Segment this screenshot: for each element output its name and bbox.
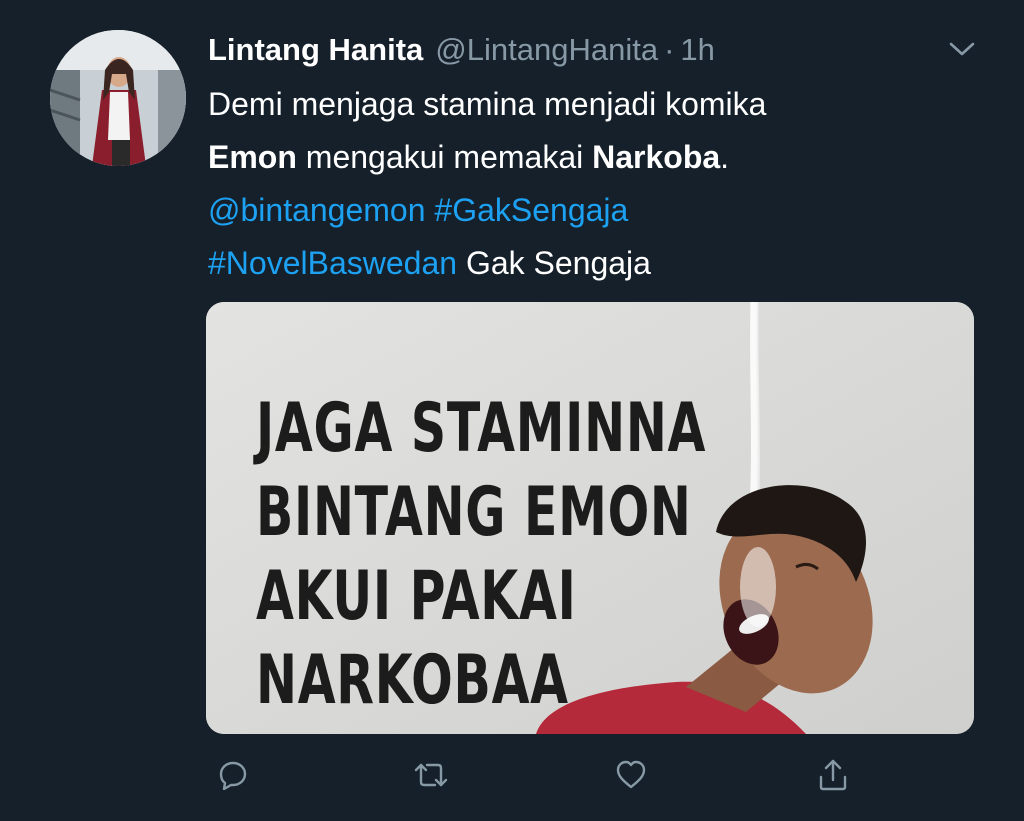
- tweet-header: Lintang Hanita @LintangHanita · 1h: [208, 30, 715, 70]
- retweet-icon: [413, 760, 449, 795]
- mention-link[interactable]: @bintangemon: [208, 192, 426, 228]
- tweet-actions: [0, 752, 1024, 802]
- hashtag-link[interactable]: #NovelBaswedan: [208, 245, 457, 281]
- headline-line: JAGA STAMINNA: [256, 389, 707, 468]
- media-headline: JAGA STAMINNA BINTANG EMON AKUI PAKAI NA…: [256, 387, 707, 723]
- tweet-text: Demi menjaga stamina menjadi komika Emon…: [208, 78, 988, 290]
- separator: ·: [664, 32, 675, 67]
- tweet-text-line: #NovelBaswedan Gak Sengaja: [208, 237, 988, 290]
- headline-line: AKUI PAKAI: [256, 557, 577, 636]
- text-segment: .: [720, 139, 730, 175]
- headline-line: NARKOBAA: [256, 641, 569, 720]
- timestamp[interactable]: 1h: [680, 30, 714, 70]
- avatar[interactable]: [50, 30, 186, 166]
- author-name[interactable]: Lintang Hanita: [208, 30, 423, 70]
- tweet-text-line: @bintangemon #GakSengaja: [208, 184, 988, 237]
- share-button[interactable]: [808, 752, 858, 802]
- bold-text: Narkoba: [592, 139, 721, 175]
- tweet-text-line: Demi menjaga stamina menjadi komika: [208, 86, 767, 122]
- hashtag-link[interactable]: #GakSengaja: [434, 192, 628, 228]
- share-icon: [818, 759, 848, 796]
- headline-line: BINTANG EMON: [256, 473, 692, 552]
- text-segment: Gak Sengaja: [457, 245, 651, 281]
- heart-icon: [615, 760, 647, 795]
- tweet-text-line: Emon mengakui memakai Narkoba.: [208, 131, 988, 184]
- text-segment: mengakui memakai: [296, 139, 593, 175]
- like-button[interactable]: [606, 752, 656, 802]
- bold-text: Emon: [208, 139, 297, 175]
- reply-button[interactable]: [208, 752, 258, 802]
- reply-icon: [218, 760, 248, 795]
- tweet-media-image[interactable]: JAGA STAMINNA BINTANG EMON AKUI PAKAI NA…: [206, 302, 974, 734]
- chevron-down-icon[interactable]: [944, 34, 980, 64]
- tweet[interactable]: Lintang Hanita @LintangHanita · 1h Demi …: [0, 0, 1024, 821]
- author-handle[interactable]: @LintangHanita: [435, 30, 658, 70]
- retweet-button[interactable]: [406, 752, 456, 802]
